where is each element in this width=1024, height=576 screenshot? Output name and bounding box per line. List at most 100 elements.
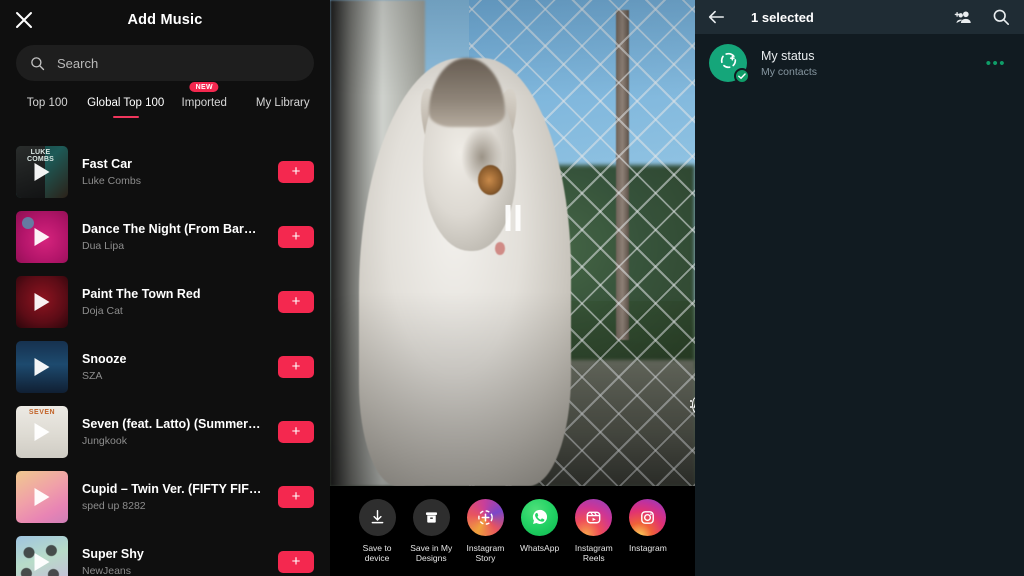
add-people-icon[interactable] bbox=[954, 8, 974, 26]
song-meta: Seven (feat. Latto) (Summer Mix) Jungkoo… bbox=[82, 417, 264, 447]
status-meta: My status My contacts bbox=[761, 49, 972, 78]
back-arrow-icon[interactable] bbox=[707, 9, 725, 25]
plus-icon: + bbox=[291, 228, 301, 245]
list-item[interactable]: Super Shy NewJeans + bbox=[0, 529, 330, 576]
designs-folder-icon bbox=[412, 498, 450, 536]
song-meta: Dance The Night (From Barbie The A… Dua … bbox=[82, 222, 264, 252]
play-icon[interactable] bbox=[34, 292, 50, 311]
add-song-button[interactable]: + bbox=[278, 355, 314, 378]
play-icon[interactable] bbox=[34, 227, 50, 246]
app-screenshot: Add Music Top 100 Global Top 100 NEW Imp… bbox=[0, 0, 1024, 576]
album-art[interactable] bbox=[16, 275, 68, 328]
instagram-icon bbox=[629, 498, 667, 536]
share-target-save-to-device[interactable]: Save to device bbox=[356, 495, 398, 568]
music-tabs: Top 100 Global Top 100 NEW Imported My L… bbox=[0, 82, 330, 125]
song-title: Cupid – Twin Ver. (FIFTY FIFTY) – S… bbox=[82, 481, 262, 496]
avatar[interactable] bbox=[709, 44, 750, 84]
list-item[interactable]: Dance The Night (From Barbie The A… Dua … bbox=[0, 204, 330, 269]
add-song-button[interactable]: + bbox=[278, 485, 314, 508]
song-title: Paint The Town Red bbox=[82, 286, 201, 301]
album-art[interactable] bbox=[16, 470, 68, 523]
share-panel: A Go viral with AI Captions! Sign in to … bbox=[330, 0, 695, 576]
search-icon[interactable] bbox=[992, 8, 1012, 26]
play-icon[interactable] bbox=[34, 162, 50, 181]
share-target-label: Instagram Reels bbox=[574, 542, 613, 564]
album-art[interactable]: LUKE COMBS bbox=[16, 145, 68, 198]
song-meta: Paint The Town Red Doja Cat bbox=[82, 287, 264, 317]
album-art[interactable]: SEVEN bbox=[16, 405, 68, 458]
plus-icon: + bbox=[291, 358, 301, 375]
plus-icon: + bbox=[291, 423, 301, 440]
album-art[interactable] bbox=[16, 210, 68, 263]
album-art-text: LUKE COMBS bbox=[26, 148, 55, 163]
list-item[interactable]: SEVEN Seven (feat. Latto) (Summer Mix) J… bbox=[0, 399, 330, 464]
tab-label: Imported bbox=[181, 97, 227, 109]
song-artist: sped up 8282 bbox=[82, 499, 146, 512]
album-art[interactable] bbox=[16, 535, 68, 576]
song-meta: Super Shy NewJeans bbox=[82, 547, 264, 576]
song-meta: Snooze SZA bbox=[82, 352, 264, 382]
play-icon[interactable] bbox=[34, 487, 50, 506]
album-art-text: SEVEN bbox=[28, 408, 56, 416]
add-song-button[interactable]: + bbox=[278, 290, 314, 313]
song-title: Super Shy bbox=[82, 546, 144, 561]
new-badge: NEW bbox=[189, 82, 219, 92]
share-target-label: Save to device bbox=[362, 542, 392, 564]
song-artist: Dua Lipa bbox=[82, 239, 125, 252]
share-targets-row: Save to device Save in My Designs Instag… bbox=[330, 495, 695, 568]
tab-label: Global Top 100 bbox=[87, 97, 165, 109]
close-icon[interactable] bbox=[14, 10, 34, 30]
instagram-reels-icon bbox=[575, 498, 613, 536]
share-target-whatsapp[interactable]: WhatsApp bbox=[519, 495, 561, 568]
pause-icon[interactable] bbox=[505, 205, 520, 231]
whatsapp-icon bbox=[521, 498, 559, 536]
list-item[interactable]: Snooze SZA + bbox=[0, 334, 330, 399]
instagram-story-icon bbox=[466, 498, 504, 536]
song-title: Snooze bbox=[82, 351, 127, 366]
whatsapp-panel: 1 selected My status My contacts ••• bbox=[695, 0, 1024, 576]
play-icon[interactable] bbox=[34, 357, 50, 376]
share-target-save-in-my-designs[interactable]: Save in My Designs bbox=[410, 495, 452, 568]
play-icon[interactable] bbox=[34, 552, 50, 571]
list-item[interactable]: LUKE COMBS Fast Car Luke Combs + bbox=[0, 139, 330, 204]
add-song-button[interactable]: + bbox=[278, 225, 314, 248]
more-options-icon[interactable]: ••• bbox=[986, 55, 1010, 72]
song-title: Dance The Night (From Barbie The A… bbox=[82, 221, 262, 236]
add-song-button[interactable]: + bbox=[278, 550, 314, 573]
tab-imported[interactable]: NEW Imported bbox=[165, 82, 244, 109]
tab-label: Top 100 bbox=[26, 97, 68, 109]
plus-icon: + bbox=[291, 488, 301, 505]
page-title: Add Music bbox=[127, 12, 203, 28]
share-target-label: WhatsApp bbox=[519, 542, 560, 553]
album-art[interactable] bbox=[16, 340, 68, 393]
status-name: My status bbox=[761, 48, 815, 63]
list-item[interactable]: Paint The Town Red Doja Cat + bbox=[0, 269, 330, 334]
share-target-instagram-story[interactable]: Instagram Story bbox=[464, 495, 506, 568]
tab-my-library[interactable]: My Library bbox=[244, 95, 323, 109]
ai-captions-banner[interactable]: A Go viral with AI Captions! bbox=[689, 387, 695, 423]
song-artist: SZA bbox=[82, 369, 103, 382]
tab-label: My Library bbox=[255, 97, 310, 109]
share-target-instagram[interactable]: Instagram bbox=[627, 495, 669, 568]
list-item-my-status[interactable]: My status My contacts ••• bbox=[695, 34, 1024, 92]
list-item[interactable]: Cupid – Twin Ver. (FIFTY FIFTY) – S… spe… bbox=[0, 464, 330, 529]
selection-title: 1 selected bbox=[751, 9, 814, 25]
search-bar[interactable] bbox=[16, 45, 314, 81]
tab-global-top-100[interactable]: Global Top 100 bbox=[87, 95, 166, 118]
share-target-label: Instagram bbox=[629, 542, 667, 553]
tab-top-100[interactable]: Top 100 bbox=[8, 95, 87, 109]
plus-icon: + bbox=[291, 293, 301, 310]
song-meta: Cupid – Twin Ver. (FIFTY FIFTY) – S… spe… bbox=[82, 482, 264, 512]
song-meta: Fast Car Luke Combs bbox=[82, 157, 264, 187]
share-target-instagram-reels[interactable]: Instagram Reels bbox=[573, 495, 615, 568]
search-input[interactable] bbox=[57, 55, 300, 71]
search-icon bbox=[30, 56, 45, 71]
play-icon[interactable] bbox=[34, 422, 50, 441]
add-song-button[interactable]: + bbox=[278, 420, 314, 443]
video-preview[interactable] bbox=[330, 0, 695, 486]
song-title: Seven (feat. Latto) (Summer Mix) bbox=[82, 416, 262, 431]
add-music-panel: Add Music Top 100 Global Top 100 NEW Imp… bbox=[0, 0, 330, 576]
add-song-button[interactable]: + bbox=[278, 160, 314, 183]
whatsapp-header: 1 selected bbox=[695, 0, 1024, 34]
video-overlay-gradient bbox=[330, 0, 695, 486]
